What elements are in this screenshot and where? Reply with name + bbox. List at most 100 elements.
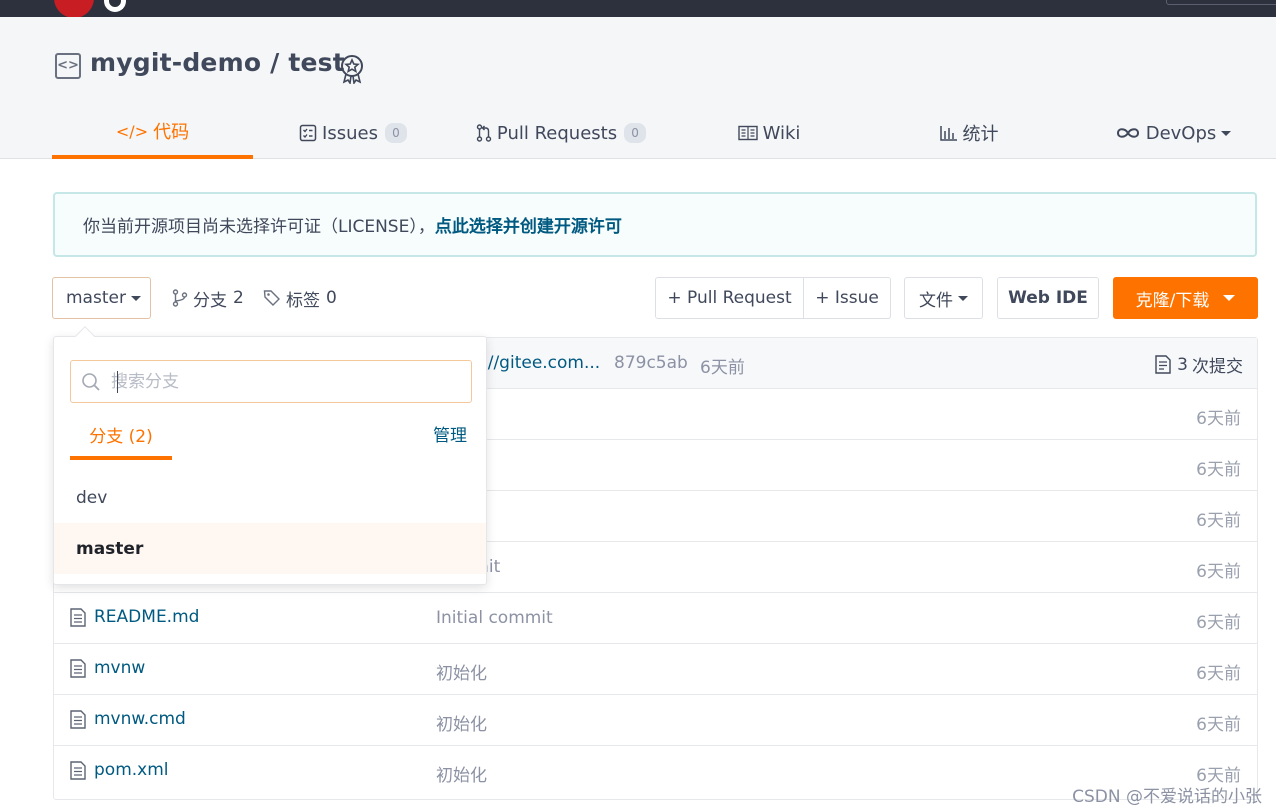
tab-pull-requests[interactable]: Pull Requests 0 [476, 107, 647, 159]
tab-devops[interactable]: DevOps [1114, 107, 1232, 159]
bar-chart-icon [939, 125, 958, 141]
branch-search-input[interactable] [111, 366, 451, 397]
tag-icon [263, 289, 281, 307]
top-navbar [0, 0, 1276, 17]
repo-code-icon: <> [55, 53, 81, 79]
file-icon [70, 658, 86, 678]
tab-stats[interactable]: 统计 [938, 107, 1000, 159]
gitee-logo-icon[interactable] [54, 0, 94, 17]
tab-wiki[interactable]: Wiki [737, 107, 801, 159]
gitee-wordmark-icon [104, 0, 126, 12]
file-name-link[interactable]: mvnw [70, 658, 145, 678]
file-name: mvnw [94, 658, 146, 678]
pull-requests-count-badge: 0 [624, 123, 647, 143]
latest-commit-time: 6天前 [700, 358, 745, 378]
tags-label: 标签 [286, 290, 320, 311]
issues-count-badge: 0 [384, 123, 407, 143]
file-icon [70, 760, 86, 780]
branch-option-dev[interactable]: dev [54, 472, 486, 523]
infinity-icon [1115, 126, 1141, 140]
file-icon [70, 607, 86, 627]
tab-devops-label: DevOps [1145, 122, 1217, 144]
file-name-link[interactable]: README.md [70, 607, 199, 627]
branches-link[interactable]: 分支 2 [172, 277, 244, 319]
pull-request-icon [476, 124, 492, 142]
tab-code[interactable]: </> 代码 [52, 107, 253, 159]
commits-count-link[interactable]: 3 次提交 [1155, 352, 1243, 377]
file-commit-message[interactable]: 初始化 [436, 761, 487, 786]
branch-icon [172, 289, 188, 307]
file-commit-message[interactable]: 初始化 [436, 710, 487, 735]
dropdown-arrow [75, 326, 95, 346]
repo-title: mygit-demo / test [90, 48, 345, 77]
repo-name-link[interactable]: test [288, 48, 345, 77]
file-name-link[interactable]: pom.xml [70, 760, 169, 780]
repo-separator: / [270, 48, 280, 77]
commit-history-icon [1155, 355, 1171, 374]
branch-dropdown: 分支 (2) 管理 dev master [53, 326, 487, 585]
file-updated-time: 6天前 [1196, 460, 1241, 480]
tab-issues[interactable]: Issues 0 [299, 107, 407, 159]
tab-issues-label: Issues [322, 122, 378, 144]
book-icon [737, 125, 758, 141]
table-row[interactable]: mvnw.cmd 初始化 6天前 [54, 695, 1257, 746]
file-updated-time: 6天前 [1196, 715, 1241, 735]
new-issue-button[interactable]: + Issue [804, 277, 891, 319]
file-icon [70, 709, 86, 729]
tab-stats-label: 统计 [962, 124, 999, 145]
commits-count: 3 [1177, 354, 1188, 375]
web-ide-button[interactable]: Web IDE [997, 277, 1099, 319]
license-notice: 你当前开源项目尚未选择许可证（LICENSE）， 点此选择并创建开源许可 [53, 192, 1257, 257]
text-cursor [117, 371, 118, 393]
branch-select-label: master [66, 288, 126, 308]
clone-download-label: 克隆/下载 [1135, 290, 1210, 311]
chevron-down-icon [1223, 295, 1236, 301]
table-row[interactable]: README.md Initial commit 6天前 [54, 593, 1257, 644]
latest-commit-message[interactable]: ://gitee.com... [482, 353, 600, 373]
file-name: pom.xml [94, 760, 169, 780]
manage-branches-link[interactable]: 管理 [433, 421, 467, 446]
table-row[interactable]: mvnw 初始化 6天前 [54, 644, 1257, 695]
file-updated-time: 6天前 [1196, 409, 1241, 429]
branches-label: 分支 [193, 290, 227, 311]
repo-tabs: </> 代码 Issues 0 Pull Requests 0 Wiki 统计 … [52, 107, 1276, 159]
branch-select-button[interactable]: master [52, 277, 151, 319]
chevron-down-icon [130, 295, 141, 301]
file-commit-message[interactable]: Initial commit [436, 608, 553, 628]
clone-download-button[interactable]: 克隆/下载 [1113, 277, 1258, 319]
file-updated-time: 6天前 [1196, 562, 1241, 582]
file-updated-time: 6天前 [1196, 511, 1241, 531]
tab-code-label: 代码 [153, 122, 190, 143]
tags-count: 0 [326, 288, 337, 308]
tab-pull-requests-label: Pull Requests [496, 122, 618, 144]
latest-commit-sha[interactable]: 879c5ab [614, 353, 688, 373]
repo-owner-link[interactable]: mygit-demo [90, 48, 261, 77]
branch-search-box[interactable] [70, 360, 472, 403]
recommend-badge-icon[interactable] [338, 54, 366, 84]
file-menu-button[interactable]: 文件 [904, 277, 983, 319]
branches-count: 2 [233, 288, 244, 308]
tab-wiki-label: Wiki [762, 122, 801, 144]
file-menu-label: 文件 [919, 290, 953, 311]
new-pull-request-button[interactable]: + Pull Request [655, 277, 804, 319]
code-icon: </> [115, 121, 149, 141]
commits-label: 次提交 [1192, 357, 1243, 377]
repo-header: <> mygit-demo / test </> 代码 Issues 0 Pul… [0, 17, 1276, 159]
file-updated-time: 6天前 [1196, 613, 1241, 633]
chevron-down-icon [1221, 130, 1232, 136]
tags-link[interactable]: 标签 0 [263, 277, 337, 319]
issues-icon [299, 124, 317, 142]
chevron-down-icon [958, 295, 968, 301]
license-notice-text: 你当前开源项目尚未选择许可证（LICENSE）， [83, 217, 435, 237]
file-name: mvnw.cmd [94, 709, 186, 729]
watermark: CSDN @不爱说话的小张 [1072, 787, 1262, 807]
file-updated-time: 6天前 [1196, 664, 1241, 684]
file-name-link[interactable]: mvnw.cmd [70, 709, 186, 729]
file-commit-message[interactable]: 初始化 [436, 659, 487, 684]
tab-branches[interactable]: 分支 (2) [70, 419, 172, 460]
create-license-link[interactable]: 点此选择并创建开源许可 [435, 212, 622, 237]
file-name: README.md [94, 607, 200, 627]
navbar-search-input[interactable] [1166, 0, 1276, 5]
search-icon [81, 372, 101, 392]
branch-option-master[interactable]: master [54, 523, 486, 574]
